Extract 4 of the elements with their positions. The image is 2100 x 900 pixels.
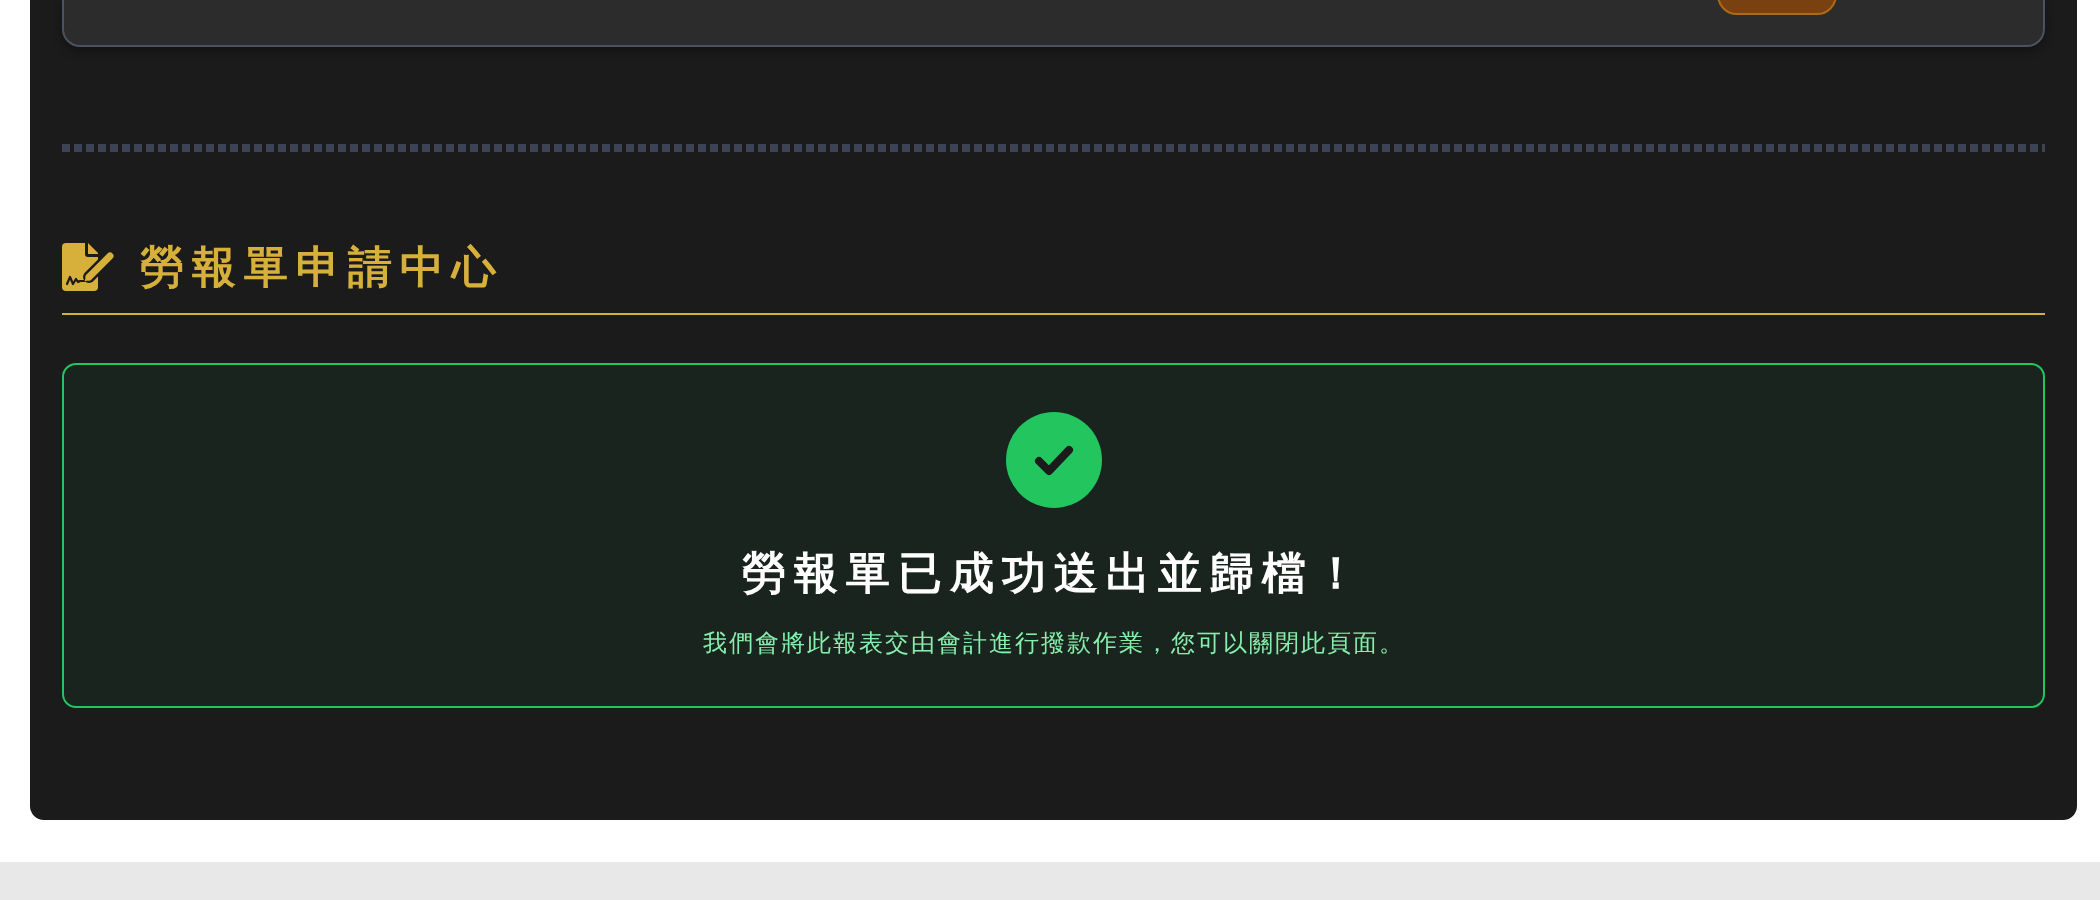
result-message: 我們會將此報表交由會計進行撥款作業，您可以關閉此頁面。 <box>702 628 1405 659</box>
section-title: 勞報單申請中心 <box>140 241 504 293</box>
check-circle-icon <box>1005 412 1102 508</box>
result-title: 勞報單已成功送出並歸檔！ <box>741 547 1366 599</box>
